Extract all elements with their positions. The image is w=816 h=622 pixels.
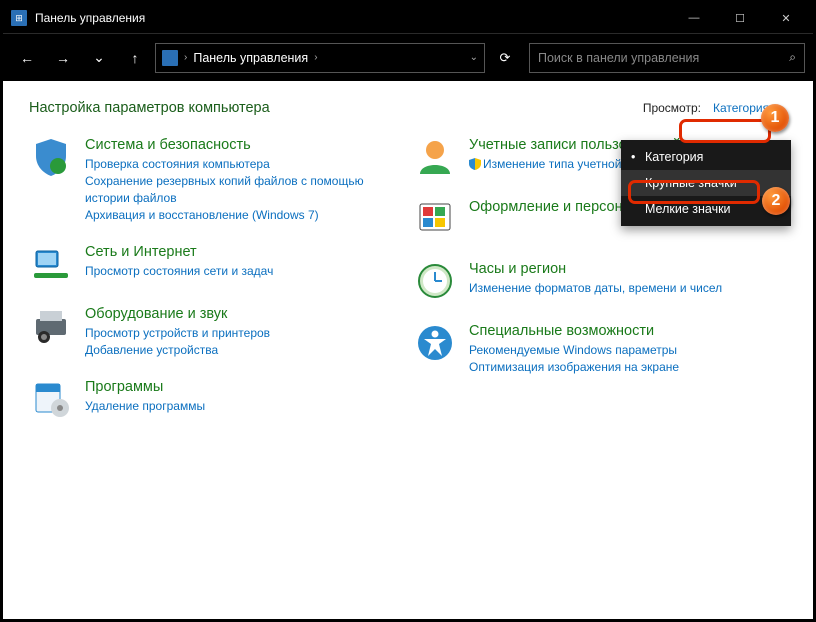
page-title: Настройка параметров компьютера bbox=[29, 100, 643, 116]
callout-ring-2 bbox=[628, 180, 760, 204]
category-system-security: Система и безопасность Проверка состояни… bbox=[29, 135, 403, 224]
left-column: Система и безопасность Проверка состояни… bbox=[29, 135, 403, 421]
recent-button[interactable]: ⌄ bbox=[83, 40, 115, 76]
search-box[interactable]: Поиск в панели управления ⌕ bbox=[529, 43, 805, 73]
category-title[interactable]: Программы bbox=[85, 378, 403, 396]
category-link[interactable]: Удаление программы bbox=[85, 398, 403, 415]
clock-icon bbox=[413, 259, 457, 303]
callout-badge-2: 2 bbox=[762, 187, 790, 215]
chevron-icon: › bbox=[184, 52, 187, 63]
category-hardware-sound: Оборудование и звук Просмотр устройств и… bbox=[29, 304, 403, 359]
refresh-button[interactable]: ⟳ bbox=[489, 43, 521, 73]
address-bar[interactable]: › Панель управления › ⌄ bbox=[155, 43, 485, 73]
window: ⊞ Панель управления — ☐ ✕ ← → ⌄ ↑ › Пане… bbox=[0, 0, 816, 622]
chevron-down-icon[interactable]: ⌄ bbox=[470, 52, 478, 63]
viewby-label: Просмотр: bbox=[643, 101, 701, 115]
maximize-button[interactable]: ☐ bbox=[717, 3, 763, 33]
content-header: Настройка параметров компьютера Просмотр… bbox=[29, 99, 787, 117]
search-placeholder: Поиск в панели управления bbox=[538, 51, 789, 65]
network-icon bbox=[29, 242, 73, 286]
category-link[interactable]: Просмотр состояния сети и задач bbox=[85, 263, 403, 280]
close-button[interactable]: ✕ bbox=[763, 3, 809, 33]
category-network: Сеть и Интернет Просмотр состояния сети … bbox=[29, 242, 403, 286]
window-title: Панель управления bbox=[35, 11, 671, 25]
category-link[interactable]: Архивация и восстановление (Windows 7) bbox=[85, 207, 403, 224]
viewby-option-category[interactable]: Категория bbox=[621, 144, 791, 170]
shield-icon bbox=[29, 135, 73, 179]
category-programs: Программы Удаление программы bbox=[29, 377, 403, 421]
back-button[interactable]: ← bbox=[11, 40, 43, 76]
category-title[interactable]: Часы и регион bbox=[469, 260, 787, 278]
category-title[interactable]: Оборудование и звук bbox=[85, 305, 403, 323]
category-accessibility: Специальные возможности Рекомендуемые Wi… bbox=[413, 321, 787, 376]
minimize-button[interactable]: — bbox=[671, 3, 717, 33]
address-icon bbox=[162, 50, 178, 66]
callout-ring-1 bbox=[679, 119, 771, 143]
category-title[interactable]: Сеть и Интернет bbox=[85, 243, 403, 261]
category-title[interactable]: Система и безопасность bbox=[85, 136, 403, 154]
user-icon bbox=[413, 135, 457, 179]
category-link[interactable]: Рекомендуемые Windows параметры bbox=[469, 342, 787, 359]
category-link[interactable]: Добавление устройства bbox=[85, 342, 403, 359]
category-link[interactable]: Сохранение резервных копий файлов с помо… bbox=[85, 173, 403, 207]
up-button[interactable]: ↑ bbox=[119, 40, 151, 76]
forward-button[interactable]: → bbox=[47, 40, 79, 76]
category-title[interactable]: Специальные возможности bbox=[469, 322, 787, 340]
category-link[interactable]: Оптимизация изображения на экране bbox=[469, 359, 787, 376]
category-link[interactable]: Просмотр устройств и принтеров bbox=[85, 325, 403, 342]
callout-badge-1: 1 bbox=[761, 104, 789, 132]
appearance-icon bbox=[413, 197, 457, 241]
app-icon: ⊞ bbox=[11, 10, 27, 26]
uac-shield-icon bbox=[469, 158, 481, 170]
navbar: ← → ⌄ ↑ › Панель управления › ⌄ ⟳ Поиск … bbox=[3, 33, 813, 81]
breadcrumb-root[interactable]: Панель управления bbox=[193, 51, 308, 65]
printer-icon bbox=[29, 304, 73, 348]
accessibility-icon bbox=[413, 321, 457, 365]
programs-icon bbox=[29, 377, 73, 421]
chevron-icon: › bbox=[314, 52, 317, 63]
category-clock-region: Часы и регион Изменение форматов даты, в… bbox=[413, 259, 787, 303]
category-link[interactable]: Проверка состояния компьютера bbox=[85, 156, 403, 173]
titlebar: ⊞ Панель управления — ☐ ✕ bbox=[3, 3, 813, 33]
search-icon: ⌕ bbox=[789, 50, 796, 65]
category-link[interactable]: Изменение форматов даты, времени и чисел bbox=[469, 280, 787, 297]
